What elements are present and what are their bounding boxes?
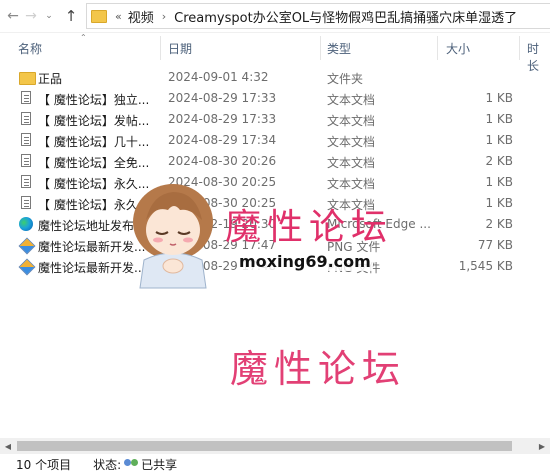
file-name: 【 魔性论坛】独立... [38, 93, 150, 107]
file-type: PNG 文件 [327, 261, 381, 275]
column-header-name[interactable]: 名称 [18, 40, 42, 57]
file-date: 2024-08-29 17:34 [168, 133, 277, 147]
png-file-icon [18, 258, 36, 276]
folder-icon [19, 72, 36, 85]
file-date: 2024-08-30 20:25 [168, 175, 277, 189]
file-type: Microsoft Edge ... [327, 217, 431, 231]
png-file-icon [18, 237, 36, 255]
file-row[interactable]: 魔性论坛地址发布... 2024-02-19 20:30 Microsoft E… [0, 214, 550, 235]
column-divider[interactable] [320, 36, 321, 60]
breadcrumb-overflow[interactable]: « [115, 10, 122, 23]
file-name: 【 魔性论坛】发帖... [38, 114, 150, 128]
recent-locations-chevron-icon[interactable]: ⌄ [40, 4, 58, 28]
file-row[interactable]: 【 魔性论坛】全免... 2024-08-30 20:26 文本文档 2 KB [0, 151, 550, 172]
file-row[interactable]: 魔性论坛最新开发... 2024-08-29 17:47 PNG 文件 77 K… [0, 235, 550, 256]
file-row[interactable]: 【 魔性论坛】独立... 2024-08-29 17:33 文本文档 1 KB [0, 88, 550, 109]
file-row[interactable]: 正品 2024-09-01 4:32 文件夹 [0, 67, 550, 88]
forward-arrow-icon[interactable]: → [22, 4, 40, 28]
file-size: 2 KB [485, 154, 513, 168]
text-file-icon [21, 196, 31, 209]
file-name: 【 魔性论坛】全免... [38, 156, 150, 170]
address-bar-row: ← → ⌄ ↑ « 视频 › Creamyspot办公室OL与怪物假鸡巴乱搞捅骚… [0, 0, 550, 33]
file-size: 77 KB [477, 238, 513, 252]
file-name: 【 魔性论坛】永久... [38, 198, 150, 212]
breadcrumb-separator-icon[interactable]: › [162, 10, 166, 23]
file-name: 魔性论坛最新开发... [38, 240, 146, 254]
file-type: 文本文档 [327, 156, 376, 170]
address-box[interactable]: « 视频 › Creamyspot办公室OL与怪物假鸡巴乱搞捅骚穴床单湿透了 [86, 3, 550, 29]
file-date: 2024-08-29 17:47 [168, 238, 277, 252]
file-type: 文本文档 [327, 177, 376, 191]
sort-ascending-icon: ⌃ [80, 33, 87, 42]
file-type: 文本文档 [327, 135, 376, 149]
status-value: 已共享 [141, 458, 178, 472]
up-arrow-icon[interactable]: ↑ [62, 4, 80, 28]
status-bar: 10 个项目 状态: 已共享 [0, 454, 550, 475]
status-label: 状态: [93, 458, 122, 472]
text-file-icon [21, 133, 31, 146]
file-name: 正品 [38, 72, 63, 86]
column-divider[interactable] [437, 36, 438, 60]
text-file-icon [21, 154, 31, 167]
file-row[interactable]: 魔性论坛最新开发... 2024-08-29 17:48 PNG 文件 1,54… [0, 256, 550, 277]
scroll-right-arrow-icon[interactable]: ▶ [534, 438, 550, 454]
file-row[interactable]: 【 魔性论坛】几十... 2024-08-29 17:34 文本文档 1 KB [0, 130, 550, 151]
file-name: 魔性论坛最新开发... [38, 261, 146, 275]
watermark-title-large: 魔性论坛 [230, 347, 407, 391]
column-header-date[interactable]: 日期 [168, 40, 192, 57]
file-size: 2 KB [485, 217, 513, 231]
file-size: 1 KB [485, 196, 513, 210]
file-explorer-window: ← → ⌄ ↑ « 视频 › Creamyspot办公室OL与怪物假鸡巴乱搞捅骚… [0, 0, 550, 475]
file-size: 1 KB [485, 175, 513, 189]
file-date: 2024-09-01 4:32 [168, 70, 269, 84]
scrollbar-thumb[interactable] [17, 441, 512, 451]
file-name: 魔性论坛地址发布... [38, 219, 146, 233]
file-size: 1 KB [485, 112, 513, 126]
edge-icon [19, 217, 33, 231]
file-type: 文本文档 [327, 198, 376, 212]
file-date: 2024-08-29 17:48 [168, 259, 277, 273]
file-type: 文本文档 [327, 114, 376, 128]
scroll-left-arrow-icon[interactable]: ◀ [0, 438, 16, 454]
text-file-icon [21, 175, 31, 188]
file-size: 1,545 KB [458, 259, 513, 273]
text-file-icon [21, 91, 31, 104]
file-date: 2024-08-30 20:26 [168, 154, 277, 168]
item-count: 10 个项目 [16, 458, 72, 472]
column-header-type[interactable]: 类型 [327, 40, 351, 57]
file-list: 正品 2024-09-01 4:32 文件夹 【 魔性论坛】独立... 2024… [0, 67, 550, 277]
file-row[interactable]: 【 魔性论坛】永久... 2024-08-30 20:25 文本文档 1 KB [0, 193, 550, 214]
breadcrumb-item-videos[interactable]: 视频 [128, 7, 154, 26]
file-row[interactable]: 【 魔性论坛】永久... 2024-08-30 20:25 文本文档 1 KB [0, 172, 550, 193]
file-name: 【 魔性论坛】永久... [38, 177, 150, 191]
file-date: 2024-08-29 17:33 [168, 91, 277, 105]
text-file-icon [21, 112, 31, 125]
back-arrow-icon[interactable]: ← [4, 4, 22, 28]
file-date: 2024-08-30 20:25 [168, 196, 277, 210]
file-type: 文件夹 [327, 72, 364, 86]
file-type: PNG 文件 [327, 240, 381, 254]
column-header-size[interactable]: 大小 [446, 40, 470, 57]
file-date: 2024-02-19 20:30 [168, 217, 277, 231]
file-size: 1 KB [485, 91, 513, 105]
column-divider[interactable] [519, 36, 520, 60]
horizontal-scrollbar[interactable]: ◀ ▶ [0, 438, 550, 454]
file-type: 文本文档 [327, 93, 376, 107]
breadcrumb-item-current-folder[interactable]: Creamyspot办公室OL与怪物假鸡巴乱搞捅骚穴床单湿透了 [174, 7, 517, 26]
shared-users-icon [123, 458, 139, 471]
file-size: 1 KB [485, 133, 513, 147]
file-name: 【 魔性论坛】几十... [38, 135, 150, 149]
column-header-row: ⌃ 名称 日期 类型 大小 时长 [0, 33, 550, 73]
file-row[interactable]: 【 魔性论坛】发帖... 2024-08-29 17:33 文本文档 1 KB [0, 109, 550, 130]
file-date: 2024-08-29 17:33 [168, 112, 277, 126]
column-divider[interactable] [160, 36, 161, 60]
folder-icon [91, 9, 107, 23]
